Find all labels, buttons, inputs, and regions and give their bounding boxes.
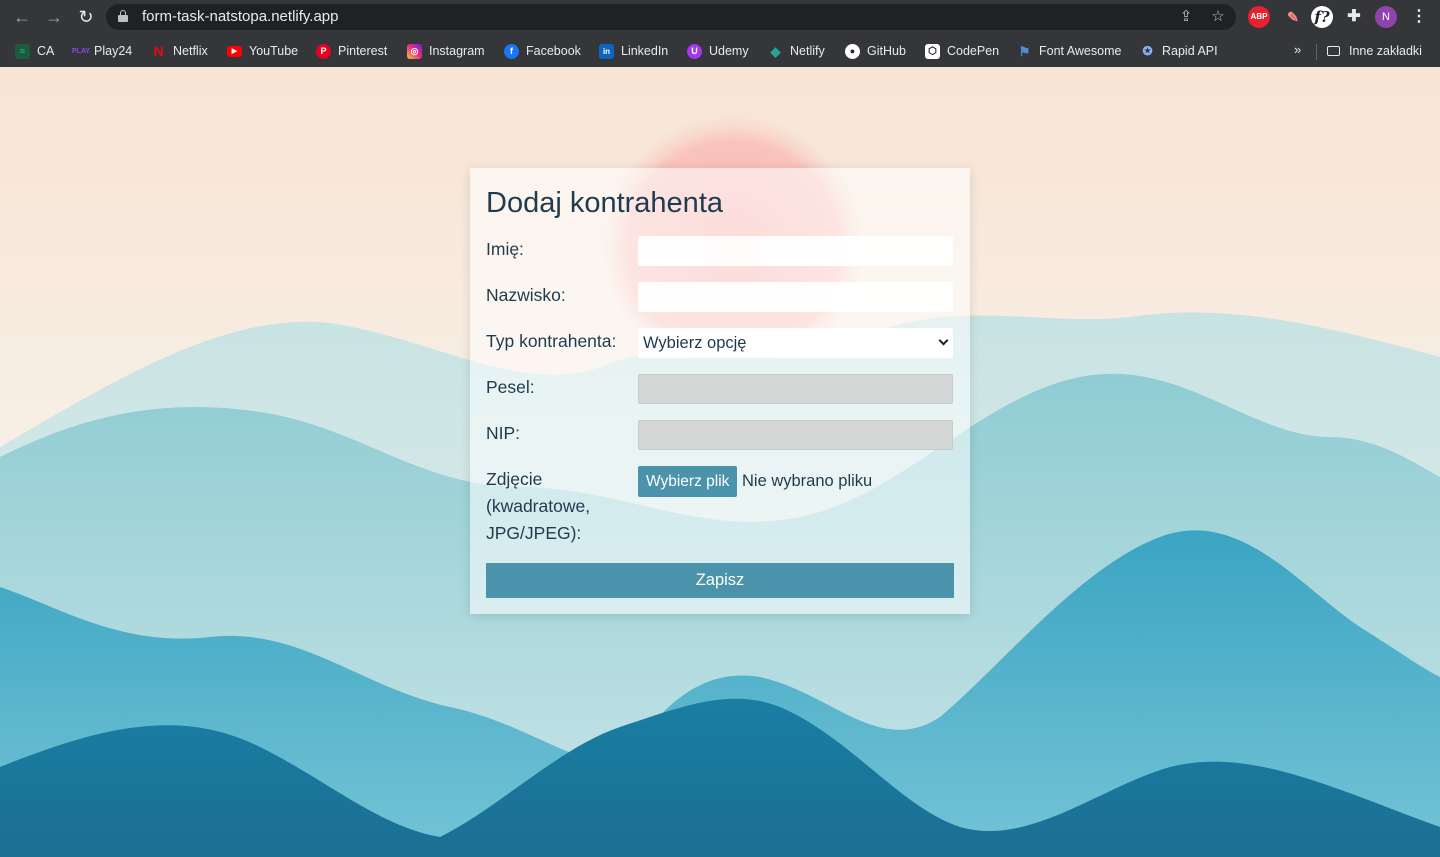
bookmark-codepen[interactable]: ⬡ CodePen [925,42,999,60]
bookmark-label: Play24 [94,44,133,58]
choose-file-button[interactable]: Wybierz plik [638,466,738,497]
bookmark-label: Rapid API [1162,44,1218,58]
font-extension-icon[interactable]: f? [1311,6,1333,28]
bookmark-udemy[interactable]: U Udemy [687,42,749,60]
address-bar[interactable]: form-task-natstopa.netlify.app ⇪ ☆ [106,4,1236,30]
chevron-down-icon [938,335,949,346]
bookmark-label: Udemy [709,44,749,58]
browser-menu-icon[interactable]: ⋮ [1408,6,1430,28]
youtube-icon: ▶ [227,45,242,57]
bookmark-netflix[interactable]: N Netflix [151,42,208,60]
bookmark-ca[interactable]: ≈ CA [15,42,54,60]
url-text[interactable]: form-task-natstopa.netlify.app [142,8,338,26]
bookmark-label: Font Awesome [1039,44,1122,58]
pesel-label: Pesel: [486,377,535,397]
bookmark-youtube[interactable]: ▶ YouTube [227,42,298,60]
bookmark-linkedin[interactable]: in LinkedIn [599,42,668,60]
last-name-input[interactable] [638,282,953,312]
bookmark-label: GitHub [867,44,906,58]
nip-input[interactable] [638,420,953,450]
extensions-puzzle-icon[interactable]: ✚ [1343,6,1365,28]
bookmark-font-awesome[interactable]: ⚑ Font Awesome [1017,42,1122,60]
bookmark-rapid-api[interactable]: ✪ Rapid API [1140,42,1218,60]
contractor-type-value: Wybierz opcję [643,334,747,352]
netlify-icon: ◆ [770,43,781,59]
pesel-input[interactable] [638,374,953,404]
more-bookmarks-chevron[interactable]: » [1294,42,1301,57]
browser-chrome: ← → ↻ form-task-natstopa.netlify.app ⇪ ☆… [0,0,1440,67]
bookmark-label: Netlify [790,44,825,58]
pen-extension-icon[interactable]: ✎ [1282,6,1304,28]
facebook-icon: f [504,43,519,59]
bookmark-facebook[interactable]: f Facebook [504,42,581,60]
bookmark-netlify[interactable]: ◆ Netlify [768,42,825,60]
bookmark-label: LinkedIn [621,44,669,58]
adblock-extension-icon[interactable]: ABP [1248,6,1270,28]
file-status-text: Nie wybrano pliku [742,472,873,490]
first-name-input[interactable] [638,236,953,266]
github-icon: ● [845,43,860,59]
bookmark-star-icon[interactable]: ☆ [1209,8,1227,26]
photo-label-line1: Zdjęcie [486,469,543,489]
bookmark-label: CodePen [947,44,1000,58]
bookmark-label: Pinterest [338,44,388,58]
forward-icon[interactable]: → [43,6,65,28]
contractor-type-select[interactable]: Wybierz opcję [638,328,953,358]
contractor-type-label: Typ kontrahenta: [486,331,617,351]
reload-icon[interactable]: ↻ [75,6,97,28]
linkedin-icon: in [599,43,614,59]
udemy-icon: U [687,43,702,59]
other-bookmarks[interactable]: Inne zakładki [1327,42,1422,60]
rapid-api-icon: ✪ [1142,43,1153,58]
bookmark-play24[interactable]: PLAY Play24 [72,42,132,60]
bookmark-label: Instagram [429,44,485,58]
bookmarks-divider [1316,44,1317,60]
bookmarks-bar: ≈ CA PLAY Play24 N Netflix ▶ YouTube P P… [0,34,1440,67]
last-name-label: Nazwisko: [486,285,566,305]
lock-icon [118,10,128,22]
ca-icon: ≈ [15,43,30,59]
bookmark-instagram[interactable]: ◎ Instagram [407,42,485,60]
bookmark-label: YouTube [249,44,299,58]
back-icon[interactable]: ← [11,6,33,28]
add-contractor-form: Dodaj kontrahenta Imię: Nazwisko: Typ ko… [470,168,970,614]
address-bar-row: ← → ↻ form-task-natstopa.netlify.app ⇪ ☆… [0,0,1440,34]
play24-icon: PLAY [72,47,91,55]
folder-icon [1327,46,1340,56]
first-name-label: Imię: [486,239,524,259]
form-title: Dodaj kontrahenta [486,187,723,219]
codepen-icon: ⬡ [925,43,940,59]
bookmark-pinterest[interactable]: P Pinterest [316,42,387,60]
netflix-icon: N [153,42,164,59]
font-awesome-icon: ⚑ [1018,43,1031,59]
bookmark-label: CA [37,44,55,58]
photo-label-line3: JPG/JPEG): [486,523,582,543]
other-bookmarks-label: Inne zakładki [1349,44,1422,58]
profile-avatar[interactable]: N [1375,6,1397,28]
bookmark-github[interactable]: ● GitHub [845,42,906,60]
share-icon[interactable]: ⇪ [1177,8,1195,26]
save-button[interactable]: Zapisz [486,563,954,598]
instagram-icon: ◎ [407,43,422,59]
bookmark-label: Facebook [526,44,581,58]
nip-label: NIP: [486,423,521,443]
photo-label-line2: (kwadratowe, [486,496,591,516]
bookmark-label: Netflix [173,44,208,58]
pinterest-icon: P [316,43,331,59]
